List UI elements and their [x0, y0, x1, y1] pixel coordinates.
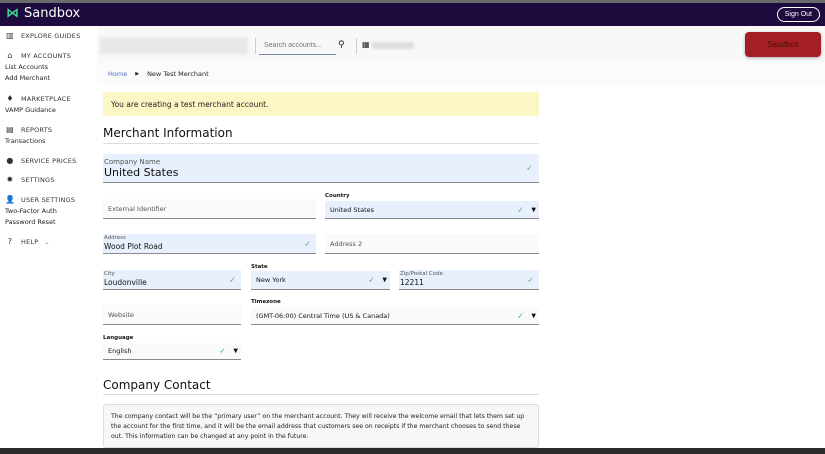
- breadcrumb-home-link[interactable]: Home: [108, 70, 127, 78]
- check-icon: ✓: [304, 239, 311, 248]
- timezone-select[interactable]: (GMT-06:00) Central Time (US & Canada) ✓ ▼: [251, 307, 539, 325]
- breadcrumb: Home ▶ New Test Merchant: [108, 70, 209, 78]
- dollar-icon: ●: [6, 156, 14, 165]
- divider: [255, 38, 256, 54]
- sidebar-label: MARKETPLACE: [21, 94, 71, 103]
- chevron-down-icon: ⌄: [44, 237, 50, 246]
- breadcrumb-current: New Test Merchant: [147, 70, 209, 78]
- search-accounts-input[interactable]: [259, 37, 336, 55]
- merchant-information-heading: Merchant Information: [103, 126, 233, 140]
- gear-icon: ✹: [6, 175, 14, 184]
- sidebar-item-reports[interactable]: ▤ REPORTS: [5, 125, 52, 134]
- address-2-field[interactable]: Address 2: [325, 234, 539, 254]
- field-value: United States: [330, 205, 375, 214]
- language-label: Language: [103, 335, 134, 341]
- sidebar-item-explore-guides[interactable]: ▥ EXPLORE GUIDES: [5, 31, 80, 40]
- check-icon: ✓: [526, 163, 533, 173]
- field-value: English: [108, 347, 132, 355]
- country-label: Country: [325, 193, 350, 199]
- sidebar-label: SERVICE PRICES: [21, 156, 77, 165]
- check-icon: ✓: [527, 275, 534, 284]
- website-field[interactable]: Website: [103, 305, 241, 325]
- country-select[interactable]: United States ✓ ▼: [325, 201, 539, 219]
- field-value: United States: [104, 166, 179, 179]
- sidebar-link-password-reset[interactable]: Password Reset: [5, 218, 56, 226]
- sidebar-link-vamp-guidance[interactable]: VAMP Guidance: [5, 106, 56, 114]
- sidebar-label: HELP: [21, 237, 39, 246]
- field-value: Wood Plot Road: [104, 242, 163, 251]
- divider: [103, 394, 539, 395]
- test-account-alert: You are creating a test merchant account…: [103, 92, 539, 116]
- state-label: State: [251, 264, 268, 270]
- field-placeholder: Website: [108, 310, 134, 319]
- sidebar-item-marketplace[interactable]: ♦ MARKETPLACE: [5, 94, 71, 103]
- sidebar-item-service-prices[interactable]: ● SERVICE PRICES: [5, 156, 76, 165]
- account-selector-blurred[interactable]: [100, 37, 248, 54]
- sidebar: ▥ EXPLORE GUIDES ⌂ MY ACCOUNTS List Accoun…: [0, 26, 97, 266]
- question-icon: ?: [7, 237, 13, 246]
- top-bar: [0, 3, 825, 26]
- window-bottom-edge: [0, 448, 825, 454]
- sidebar-label: MY ACCOUNTS: [21, 51, 72, 60]
- caret-down-icon: ▼: [531, 312, 536, 319]
- sidebar-link-list-accounts[interactable]: List Accounts: [5, 63, 48, 71]
- field-value: Loudonville: [104, 278, 147, 287]
- store-icon: ⌂: [7, 51, 13, 60]
- caret-down-icon: ▼: [382, 276, 387, 284]
- sidebar-label: SETTINGS: [21, 175, 55, 184]
- company-contact-heading: Company Contact: [103, 378, 211, 392]
- sidebar-item-settings[interactable]: ✹ SETTINGS: [5, 175, 55, 184]
- user-lock-icon: 👤: [5, 195, 16, 204]
- chart-icon: ▤: [6, 125, 14, 134]
- address-field[interactable]: Address Wood Plot Road ✓: [103, 234, 316, 254]
- sidebar-link-two-factor-auth[interactable]: Two-Factor Auth: [5, 207, 57, 215]
- sidebar-item-user-settings[interactable]: 👤 USER SETTINGS: [5, 195, 75, 204]
- company-name-field[interactable]: Company Name United States ✓: [103, 154, 539, 183]
- zip-code-field[interactable]: Zip/Postal Code 12211 ✓: [399, 270, 539, 290]
- book-icon: ▥: [6, 31, 14, 40]
- external-identifier-field[interactable]: External Identifier: [103, 199, 316, 219]
- app-logo[interactable]: ⋈ Sandbox: [6, 6, 80, 21]
- field-label: Zip/Postal Code: [400, 271, 443, 277]
- language-select[interactable]: English ✓ ▼: [103, 343, 241, 360]
- check-icon: ✓: [368, 275, 375, 285]
- field-placeholder: External Identifier: [108, 204, 167, 213]
- check-icon: ✓: [517, 311, 524, 320]
- company-contact-info: The company contact will be the “primary…: [103, 404, 539, 448]
- check-icon: ✓: [517, 205, 524, 214]
- field-value: (GMT-06:00) Central Time (US & Canada): [256, 311, 390, 320]
- date-blurred: [372, 42, 414, 49]
- sidebar-label: REPORTS: [21, 125, 53, 134]
- check-icon: ✓: [219, 346, 226, 356]
- sidebar-link-add-merchant[interactable]: Add Merchant: [5, 74, 50, 82]
- field-value: 12211: [400, 278, 424, 287]
- divider: [103, 143, 539, 144]
- field-value: New York: [256, 276, 286, 284]
- sidebar-label: USER SETTINGS: [21, 195, 76, 204]
- timezone-label: Timezone: [251, 299, 281, 305]
- caret-right-icon: ▶: [135, 71, 140, 77]
- plug-icon: ♦: [6, 94, 14, 103]
- sidebar-item-my-accounts[interactable]: ⌂ MY ACCOUNTS: [5, 51, 71, 60]
- sidebar-item-help[interactable]: ? HELP ⌄: [5, 237, 50, 246]
- field-label: City: [104, 271, 115, 277]
- check-icon: ✓: [229, 275, 236, 284]
- search-icon[interactable]: ⚲: [338, 40, 345, 50]
- calendar-icon[interactable]: ▦: [362, 40, 370, 49]
- logo-icon: ⋈: [6, 6, 19, 21]
- field-label: Address: [104, 235, 126, 241]
- caret-down-icon: ▼: [233, 347, 238, 355]
- divider: [356, 38, 357, 54]
- sidebar-link-transactions[interactable]: Transactions: [5, 137, 46, 145]
- city-field[interactable]: City Loudonville ✓: [103, 270, 241, 290]
- sign-out-button[interactable]: Sign Out: [776, 7, 820, 22]
- state-select[interactable]: New York ✓ ▼: [251, 271, 390, 290]
- field-placeholder: Address 2: [330, 239, 363, 248]
- caret-down-icon: ▼: [531, 206, 536, 213]
- sandbox-environment-button[interactable]: Sandbox: [745, 32, 821, 57]
- sidebar-label: EXPLORE GUIDES: [21, 31, 81, 40]
- app-title: Sandbox: [24, 6, 81, 21]
- field-label: Company Name: [104, 158, 161, 166]
